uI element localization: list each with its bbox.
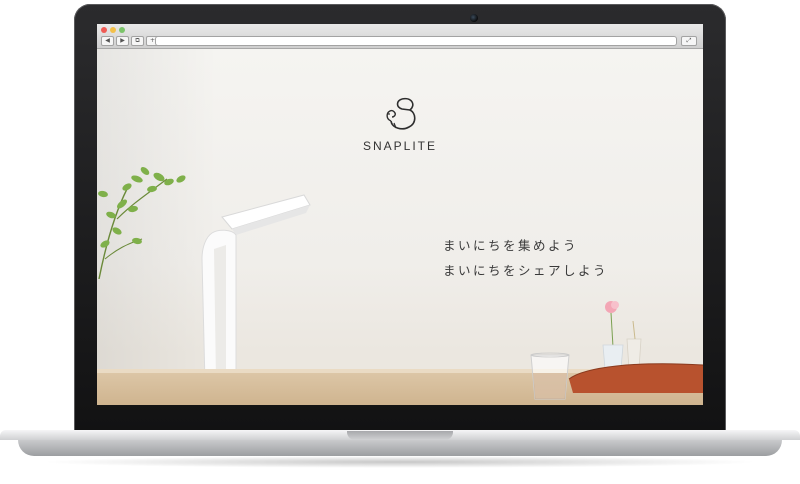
laptop-base-body <box>18 440 782 456</box>
browser-toolbar: ◀ ▶ ⧉ + ⤢ <box>97 24 703 49</box>
minimize-dot-icon[interactable] <box>110 27 116 33</box>
window-controls <box>101 27 125 33</box>
lid-notch <box>347 431 453 440</box>
back-button[interactable]: ◀ <box>101 36 114 46</box>
snaplite-hero: SNAPLITE まいにちを集めよう まいにちをシェアしよう <box>97 49 703 405</box>
tagline-line-2: まいにちをシェアしよう <box>443 263 609 278</box>
address-bar[interactable] <box>155 36 677 46</box>
bookmarks-button[interactable]: ⧉ <box>131 36 144 46</box>
close-dot-icon[interactable] <box>101 27 107 33</box>
nav-buttons: ◀ ▶ ⧉ + <box>101 36 159 46</box>
tagline: まいにちを集めよう まいにちをシェアしよう <box>443 233 608 283</box>
forward-button[interactable]: ▶ <box>116 36 129 46</box>
snaplite-logo-icon <box>386 97 416 130</box>
glass-image <box>530 352 570 400</box>
zoom-dot-icon[interactable] <box>119 27 125 33</box>
laptop-shadow <box>40 456 760 468</box>
plant-image <box>98 167 186 279</box>
browser-window: ◀ ▶ ⧉ + ⤢ SNAPLITE まいにちを集めよう まいにちをシェアしよう <box>97 24 703 405</box>
brand-name: SNAPLITE <box>362 139 438 153</box>
chair-image <box>568 363 703 393</box>
tagline-line-1: まいにちを集めよう <box>443 238 579 253</box>
reader-button[interactable]: ⤢ <box>681 36 697 46</box>
camera-icon <box>470 14 478 22</box>
laptop-mockup: ◀ ▶ ⧉ + ⤢ SNAPLITE まいにちを集めよう まいにちをシェアしよう <box>0 0 800 484</box>
